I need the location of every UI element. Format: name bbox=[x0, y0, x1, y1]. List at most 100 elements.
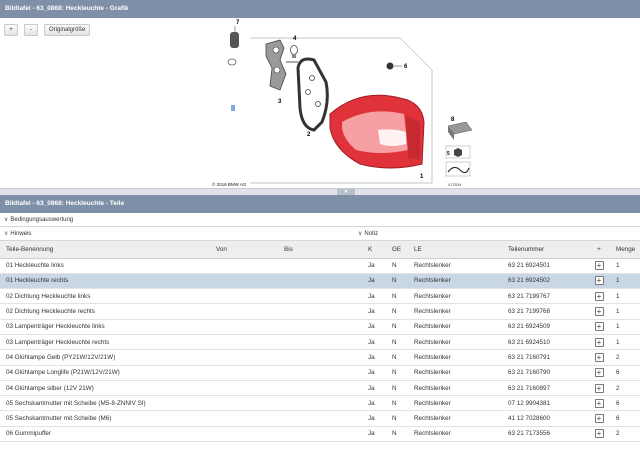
exploded-view-drawing: 7 4 6 3 2 1 8 5 bbox=[227, 20, 473, 184]
table-row[interactable]: 04 Glühlampe Longlife (P21W/12V/21W) Ja N R… bbox=[0, 365, 640, 381]
k-cell: Ja bbox=[362, 365, 386, 381]
bis-cell bbox=[278, 303, 362, 320]
part-name-cell: 02 Dichtung Heckleuchte rechts bbox=[0, 303, 210, 320]
tail-light-part[interactable] bbox=[329, 94, 425, 169]
add-cell: + bbox=[588, 303, 610, 320]
k-cell: Ja bbox=[362, 303, 386, 320]
part-name-cell: 04 Glühlampe Gelb (PY21W/12V/21W) bbox=[0, 349, 210, 366]
von-cell bbox=[210, 365, 278, 381]
part-name-cell: 02 Dichtung Heckleuchte links bbox=[0, 288, 210, 305]
part-name-cell: 05 Sechskantmutter mit Scheibe (M6) bbox=[0, 410, 210, 427]
le-cell: Rechtslenker bbox=[408, 288, 502, 305]
k-cell: Ja bbox=[362, 380, 386, 397]
k-cell: Ja bbox=[362, 410, 386, 427]
table-row[interactable]: 04 Glühlampe Gelb (PY21W/12V/21W) Ja N Rech… bbox=[0, 349, 640, 366]
part-name-cell: 03 Lampenträger Heckleuchte links bbox=[0, 319, 210, 335]
callout-3: 3 bbox=[278, 99, 282, 105]
k-cell: Ja bbox=[362, 395, 386, 412]
quantity-cell: 6 bbox=[610, 395, 640, 412]
rubber-buffer-part[interactable] bbox=[230, 26, 239, 48]
quantity-cell: 6 bbox=[610, 410, 640, 427]
part-number-cell: 63 21 7160790 bbox=[502, 365, 588, 381]
plus-box-icon[interactable]: + bbox=[594, 261, 604, 271]
plus-box-icon[interactable]: + bbox=[594, 398, 604, 408]
hotspot-marker bbox=[231, 105, 235, 111]
bis-cell bbox=[278, 410, 362, 427]
von-cell bbox=[210, 303, 278, 320]
quantity-cell: 1 bbox=[610, 334, 640, 351]
add-cell: + bbox=[588, 334, 610, 351]
copyright-text: © 2016 BMW AG bbox=[212, 182, 247, 187]
col-header-part-number[interactable]: Teilenummer bbox=[502, 241, 588, 259]
table-row[interactable]: 04 Glühlampe silber (12V 21W) Ja N Rechtsle… bbox=[0, 380, 640, 397]
von-cell bbox=[210, 273, 278, 290]
gasket-part[interactable] bbox=[296, 57, 329, 132]
table-row[interactable]: 05 Sechskantmutter mit Scheibe (M6) Ja N Re… bbox=[0, 410, 640, 427]
col-header-von[interactable]: Von bbox=[210, 241, 278, 259]
part-name-cell: 05 Sechskantmutter mit Scheibe (M5-8-ZNN… bbox=[0, 395, 210, 412]
graphic-panel-title: Bildtafel - 63_0868: Heckleuchte - Grafi… bbox=[0, 0, 640, 18]
nut-part bbox=[386, 62, 394, 70]
quantity-cell: 1 bbox=[610, 319, 640, 335]
col-header-le[interactable]: LE bbox=[408, 241, 502, 259]
panel-splitter[interactable]: ▼ bbox=[0, 188, 640, 195]
bulb-part[interactable] bbox=[290, 45, 298, 59]
note-toggle[interactable]: ∨ Notiz bbox=[358, 227, 378, 241]
table-row[interactable]: 03 Lampenträger Heckleuchte rechts Ja N Rec… bbox=[0, 334, 640, 351]
k-cell: Ja bbox=[362, 288, 386, 305]
plus-box-icon[interactable]: + bbox=[594, 352, 604, 362]
add-cell: + bbox=[588, 410, 610, 427]
col-header-ge[interactable]: GE bbox=[386, 241, 408, 259]
table-row[interactable]: 02 Dichtung Heckleuchte links Ja N Rechtsle… bbox=[0, 288, 640, 305]
table-row[interactable]: 06 Gummipuffer Ja N Rechtslenker 63 21 71735… bbox=[0, 426, 640, 443]
part-name-cell: 04 Glühlampe Longlife (P21W/12V/21W) bbox=[0, 365, 210, 381]
ge-cell: N bbox=[386, 303, 408, 320]
original-size-button[interactable]: Originalgröße bbox=[44, 24, 91, 36]
le-cell: Rechtslenker bbox=[408, 319, 502, 335]
plus-box-icon[interactable]: + bbox=[594, 291, 604, 301]
plus-box-icon[interactable]: + bbox=[594, 368, 604, 378]
part-number-cell: 63 21 7199767 bbox=[502, 288, 588, 305]
von-cell bbox=[210, 319, 278, 335]
le-cell: Rechtslenker bbox=[408, 303, 502, 320]
plus-box-icon[interactable]: + bbox=[594, 414, 604, 424]
table-row[interactable]: 03 Lampenträger Heckleuchte links Ja N Rech… bbox=[0, 319, 640, 335]
chevron-down-icon: ∨ bbox=[358, 231, 363, 237]
table-row[interactable]: 02 Dichtung Heckleuchte rechts Ja N Rechtsl… bbox=[0, 303, 640, 320]
bis-cell bbox=[278, 349, 362, 366]
ge-cell: N bbox=[386, 258, 408, 274]
plus-box-icon[interactable]: + bbox=[594, 322, 604, 332]
col-header-bis[interactable]: Bis bbox=[278, 241, 362, 259]
condition-evaluation-toggle[interactable]: ∨ Bedingungsauswertung bbox=[0, 213, 640, 227]
zoom-out-button[interactable]: - bbox=[24, 24, 38, 36]
graphic-panel: Bildtafel - 63_0868: Heckleuchte - Grafi… bbox=[0, 0, 640, 195]
add-cell: + bbox=[588, 288, 610, 305]
part-number-cell: 63 21 6924502 bbox=[502, 273, 588, 290]
col-header-name[interactable]: Teile-Benennung bbox=[0, 241, 210, 259]
col-header-quantity[interactable]: Menge bbox=[610, 241, 640, 259]
wire-clip-part[interactable] bbox=[445, 161, 471, 177]
bis-cell bbox=[278, 319, 362, 335]
add-cell: + bbox=[588, 365, 610, 381]
hint-toggle[interactable]: ∨ Hinweis bbox=[4, 227, 31, 241]
col-header-add[interactable]: + bbox=[588, 241, 610, 259]
plus-box-icon[interactable]: + bbox=[594, 276, 604, 286]
table-row[interactable]: 05 Sechskantmutter mit Scheibe (M5-8-ZNN… bbox=[0, 395, 640, 412]
table-row[interactable]: 01 Heckleuchte rechts Ja N Rechtslenker 63 2… bbox=[0, 273, 640, 290]
foam-pad-part[interactable] bbox=[447, 121, 473, 140]
plus-box-icon[interactable]: + bbox=[594, 337, 604, 347]
le-cell: Rechtslenker bbox=[408, 365, 502, 381]
plus-box-icon[interactable]: + bbox=[594, 383, 604, 393]
zoom-in-button[interactable]: + bbox=[4, 24, 18, 36]
von-cell bbox=[210, 349, 278, 366]
bis-cell bbox=[278, 258, 362, 274]
chevron-down-icon: ∨ bbox=[4, 231, 9, 237]
quantity-cell: 1 bbox=[610, 258, 640, 274]
plus-box-icon[interactable]: + bbox=[594, 307, 604, 317]
col-header-k[interactable]: K bbox=[362, 241, 386, 259]
part-number-cell: 07 12 9904381 bbox=[502, 395, 588, 412]
k-cell: Ja bbox=[362, 349, 386, 366]
plus-box-icon[interactable]: + bbox=[594, 429, 604, 439]
ge-cell: N bbox=[386, 273, 408, 290]
table-row[interactable]: 01 Heckleuchte links Ja N Rechtslenker 63 21… bbox=[0, 258, 640, 274]
